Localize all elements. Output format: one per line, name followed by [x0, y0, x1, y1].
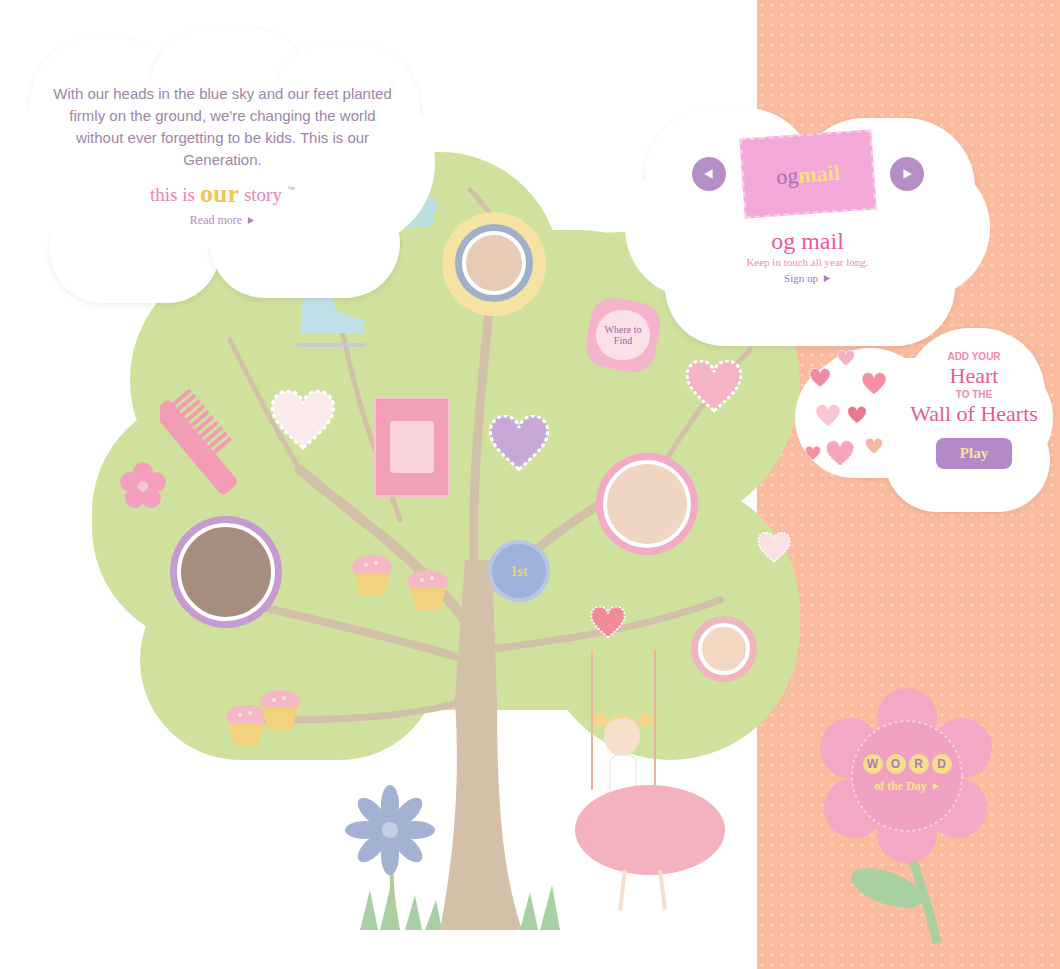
horse-heart-icon: [488, 415, 550, 477]
arrow-icon: [822, 274, 831, 283]
ribbon-label: 1st: [510, 561, 527, 582]
page: Where to Find 1st With our heads in the bl…: [0, 0, 1060, 969]
doll-portrait[interactable]: [170, 516, 282, 628]
doll-photo: [462, 231, 526, 295]
wall-of-hearts-text: Heart: [950, 364, 999, 388]
word-letter: R: [909, 754, 929, 774]
heart-icon: [815, 404, 841, 430]
heart-icon: [865, 438, 883, 456]
og-mail-subtitle: Keep in touch all year long.: [746, 254, 868, 270]
cupcake-icon: [404, 568, 452, 612]
prev-button[interactable]: [692, 157, 726, 191]
left-arrow-icon: [703, 168, 715, 180]
flower-stem-icon: [812, 688, 1002, 948]
swing-girl-icon: [560, 640, 730, 920]
play-button[interactable]: Play: [936, 438, 1012, 469]
heart-icon: [809, 368, 831, 390]
ribbon-badge[interactable]: 1st: [488, 540, 550, 602]
arrow-icon: [931, 782, 940, 791]
wall-of-hearts-text: Wall of Hearts: [910, 402, 1038, 426]
heart-icon: [590, 606, 626, 642]
doll-photo: [603, 460, 691, 548]
word-letter: W: [863, 754, 883, 774]
where-to-find-label: Where to Find: [601, 324, 645, 346]
wall-of-hearts-text: TO THE: [956, 388, 992, 402]
heart-icon: [861, 372, 887, 398]
intro-text: With our heads in the blue sky and our f…: [50, 83, 395, 171]
og-mail-title: og mail: [771, 228, 844, 254]
cupcake-icon: [256, 688, 304, 732]
pink-flower-icon: [120, 462, 166, 508]
hearts-collage: [795, 328, 895, 512]
word-of-the-day[interactable]: WORDof the Day: [812, 688, 1002, 948]
sign-up-link[interactable]: Sign up: [784, 270, 831, 286]
read-more-link[interactable]: Read more: [190, 211, 255, 229]
heart-icon: [685, 360, 743, 418]
heart-icon: [270, 390, 336, 456]
wall-of-hearts-text: ADD YOUR: [947, 350, 1000, 364]
wall-of-hearts-cloud: ADD YOURHeartTO THEWall of Hearts Play: [795, 328, 1053, 512]
tagline: this isourstory™: [150, 181, 295, 207]
arrow-icon: [246, 216, 255, 225]
og-mail-cloud: ogmail og mailKeep in touch all year long…: [625, 108, 990, 346]
doll-photo: [177, 523, 275, 621]
heart-icon: [837, 350, 855, 368]
heart-icon: [757, 532, 791, 566]
doll-photo: [698, 623, 750, 675]
book-cover[interactable]: [374, 397, 450, 497]
next-button[interactable]: [890, 157, 924, 191]
doll-portrait[interactable]: [455, 224, 533, 302]
dog-portrait[interactable]: [691, 616, 757, 682]
doll-portrait[interactable]: [596, 453, 698, 555]
right-arrow-icon: [901, 168, 913, 180]
word-letter: D: [932, 754, 952, 774]
heart-icon: [847, 406, 867, 426]
heart-icon: [825, 440, 855, 470]
comb-icon: [160, 370, 260, 500]
intro-cloud: With our heads in the blue sky and our f…: [10, 28, 435, 303]
blue-flower-icon: [345, 785, 435, 925]
envelope-logo[interactable]: ogmail: [739, 129, 876, 218]
word-letter: O: [886, 754, 906, 774]
word-of-the-day-caption: of the Day: [874, 777, 940, 795]
cupcake-icon: [348, 553, 396, 597]
heart-icon: [805, 446, 821, 462]
